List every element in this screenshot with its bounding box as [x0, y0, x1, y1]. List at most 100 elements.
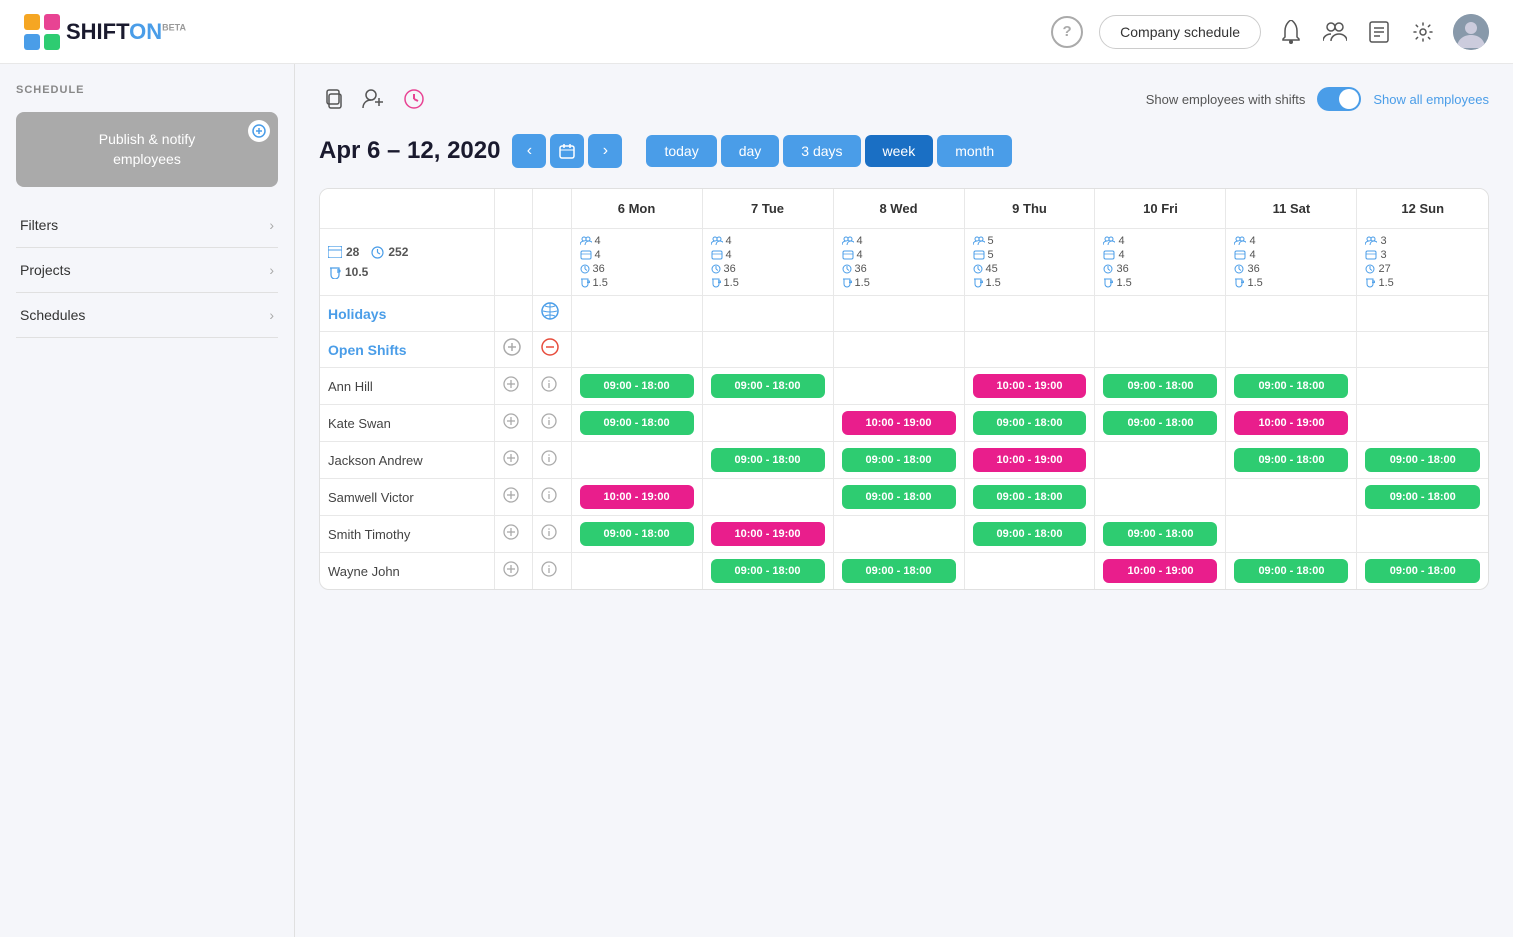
shift-jackson-wed[interactable]: 09:00 - 18:00 [842, 448, 956, 472]
header-actions: ? Company schedule [1051, 14, 1489, 50]
sports-icon[interactable] [541, 302, 562, 325]
shift-wayne-sun[interactable]: 09:00 - 18:00 [1365, 559, 1480, 583]
shift-jackson-tue[interactable]: 09:00 - 18:00 [711, 448, 825, 472]
corner-edit-icon [248, 120, 270, 142]
show-employees-toggle[interactable] [1317, 87, 1361, 111]
shift-jackson-sun[interactable]: 09:00 - 18:00 [1365, 448, 1480, 472]
view-3days-button[interactable]: 3 days [783, 135, 860, 167]
stats-tue: 4 4 36 1.5 [702, 229, 833, 296]
calendar-button[interactable] [550, 134, 584, 168]
show-employees-toggle-area: Show employees with shifts Show all empl… [1146, 87, 1489, 111]
logo[interactable]: SHIFTONBETA [24, 14, 186, 50]
shift-kate-thu[interactable]: 09:00 - 18:00 [973, 411, 1087, 435]
shift-ann-sat[interactable]: 09:00 - 18:00 [1234, 374, 1348, 398]
shift-smith-mon[interactable]: 09:00 - 18:00 [580, 522, 694, 546]
open-shifts-row: Open Shifts [320, 332, 1488, 368]
shift-ann-fri[interactable]: 09:00 - 18:00 [1103, 374, 1217, 398]
shift-wayne-fri[interactable]: 10:00 - 19:00 [1103, 559, 1217, 583]
add-shift-icon-jackson[interactable] [503, 450, 524, 471]
shift-smith-thu[interactable]: 09:00 - 18:00 [973, 522, 1087, 546]
shift-wayne-tue[interactable]: 09:00 - 18:00 [711, 559, 825, 583]
help-icon[interactable]: ? [1051, 16, 1083, 48]
shift-ann-tue[interactable]: 09:00 - 18:00 [711, 374, 825, 398]
header: SHIFTONBETA ? Company schedule [0, 0, 1513, 64]
shift-kate-sat[interactable]: 10:00 - 19:00 [1234, 411, 1348, 435]
info-icon-ann-hill[interactable] [541, 376, 562, 397]
shift-kate-mon[interactable]: 09:00 - 18:00 [580, 411, 694, 435]
total-shifts: 28 [346, 245, 359, 259]
sidebar-item-filters[interactable]: Filters › [16, 203, 278, 248]
col-header-tue: 7 Tue [702, 189, 833, 229]
add-shift-icon-kate-swan[interactable] [503, 413, 524, 434]
total-hours: 252 [388, 245, 408, 259]
shift-ann-thu[interactable]: 10:00 - 19:00 [973, 374, 1087, 398]
shift-ann-mon[interactable]: 09:00 - 18:00 [580, 374, 694, 398]
shift-jackson-sat[interactable]: 09:00 - 18:00 [1234, 448, 1348, 472]
avatar[interactable] [1453, 14, 1489, 50]
col-header-icons2 [533, 189, 571, 229]
date-range-label: Apr 6 – 12, 2020 [319, 137, 500, 165]
clock-icon[interactable] [399, 84, 429, 114]
view-day-button[interactable]: day [721, 135, 780, 167]
info-icon-wayne[interactable] [541, 561, 562, 582]
users-icon[interactable] [1321, 18, 1349, 46]
col-header-fri: 10 Fri [1095, 189, 1226, 229]
publish-notify-button[interactable]: Publish & notify employees [16, 112, 278, 187]
shift-samwell-mon[interactable]: 10:00 - 19:00 [580, 485, 694, 509]
shift-smith-tue[interactable]: 10:00 - 19:00 [711, 522, 825, 546]
add-shift-icon-samwell[interactable] [503, 487, 524, 508]
shift-samwell-wed[interactable]: 09:00 - 18:00 [842, 485, 956, 509]
notifications-icon[interactable] [1277, 18, 1305, 46]
view-buttons: today day 3 days week month [646, 135, 1012, 167]
employee-name-ann-hill: Ann Hill [320, 368, 495, 405]
total-breaks: 10.5 [345, 265, 368, 279]
prev-button[interactable]: ‹ [512, 134, 546, 168]
info-icon-smith[interactable] [541, 524, 562, 545]
shift-samwell-sun[interactable]: 09:00 - 18:00 [1365, 485, 1480, 509]
shift-wayne-sat[interactable]: 09:00 - 18:00 [1234, 559, 1348, 583]
calendar-table: 6 Mon 7 Tue 8 Wed 9 Thu 10 Fri 11 Sat 12… [320, 189, 1488, 589]
shift-kate-wed[interactable]: 10:00 - 19:00 [842, 411, 956, 435]
stats-wed: 4 4 36 1.5 [833, 229, 964, 296]
copy-icon[interactable] [319, 84, 349, 114]
stats-thu: 5 5 45 1.5 [964, 229, 1095, 296]
shift-kate-fri[interactable]: 09:00 - 18:00 [1103, 411, 1217, 435]
info-icon-kate-swan[interactable] [541, 413, 562, 434]
company-schedule-button[interactable]: Company schedule [1099, 15, 1261, 49]
col-header-wed: 8 Wed [833, 189, 964, 229]
sidebar-item-filters-label: Filters [20, 217, 58, 233]
nav-buttons: ‹ › [512, 134, 622, 168]
add-user-icon[interactable] [359, 84, 389, 114]
shift-jackson-thu[interactable]: 10:00 - 19:00 [973, 448, 1087, 472]
employee-row-kate-swan: Kate Swan 09:00 - 18:00 10:00 - 19:00 09… [320, 405, 1488, 442]
shift-samwell-thu[interactable]: 09:00 - 18:00 [973, 485, 1087, 509]
logo-text: SHIFTONBETA [66, 19, 186, 45]
export-icon[interactable] [1365, 18, 1393, 46]
open-shifts-remove-icon[interactable] [541, 338, 562, 361]
add-shift-icon-ann-hill[interactable] [503, 376, 524, 397]
stats-row: 28 252 10.5 [320, 229, 1488, 296]
add-shift-icon-smith[interactable] [503, 524, 524, 545]
stats-sun: 3 3 27 1.5 [1357, 229, 1488, 296]
employee-name-samwell-victor: Samwell Victor [320, 479, 495, 516]
shift-wayne-wed[interactable]: 09:00 - 18:00 [842, 559, 956, 583]
employee-row-smith-timothy: Smith Timothy 09:00 - 18:00 10:00 - 19:0… [320, 516, 1488, 553]
show-all-employees-link[interactable]: Show all employees [1373, 92, 1489, 107]
sidebar-item-projects[interactable]: Projects › [16, 248, 278, 293]
add-shift-icon-wayne[interactable] [503, 561, 524, 582]
info-icon-samwell[interactable] [541, 487, 562, 508]
next-button[interactable]: › [588, 134, 622, 168]
view-month-button[interactable]: month [937, 135, 1012, 167]
sidebar-item-schedules[interactable]: Schedules › [16, 293, 278, 338]
layout: SCHEDULE Publish & notify employees Filt… [0, 64, 1513, 937]
info-icon-jackson[interactable] [541, 450, 562, 471]
view-today-button[interactable]: today [646, 135, 716, 167]
open-shifts-add-icon[interactable] [503, 338, 524, 361]
sidebar-title: SCHEDULE [16, 84, 278, 96]
chevron-right-icon: › [269, 307, 274, 323]
settings-icon[interactable] [1409, 18, 1437, 46]
schedule-toolbar: Show employees with shifts Show all empl… [319, 84, 1489, 114]
shift-smith-fri[interactable]: 09:00 - 18:00 [1103, 522, 1217, 546]
logo-on: ON [129, 19, 162, 44]
view-week-button[interactable]: week [865, 135, 934, 167]
